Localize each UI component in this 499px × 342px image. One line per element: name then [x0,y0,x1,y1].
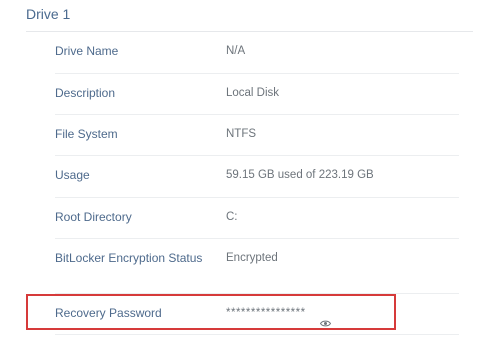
row-divider [55,334,459,335]
label-root-directory: Root Directory [55,210,132,224]
label-drive-name: Drive Name [55,44,119,58]
value-root-directory: C: [226,211,238,223]
eye-icon[interactable] [319,314,332,327]
value-drive-name: N/A [226,45,246,57]
label-description: Description [55,86,116,100]
value-file-system: NTFS [226,128,257,140]
row-divider [55,197,459,198]
value-usage: 59.15 GB used of 223.19 GB [226,169,374,181]
label-bitlocker-status: BitLocker Encryption Status [55,251,203,265]
label-file-system: File System [55,127,118,141]
row-divider [55,114,459,115]
label-recovery-password: Recovery Password [55,306,162,320]
label-usage: Usage [55,168,90,182]
eye-icon-graphic [319,320,332,327]
value-recovery-password: **************** [226,307,306,319]
drive-section-title: Drive 1 [26,6,71,22]
row-divider [55,155,459,156]
row-divider [55,238,459,239]
section-divider [26,31,473,32]
value-bitlocker-status: Encrypted [226,252,278,264]
row-divider [55,73,459,74]
value-description: Local Disk [226,87,280,99]
